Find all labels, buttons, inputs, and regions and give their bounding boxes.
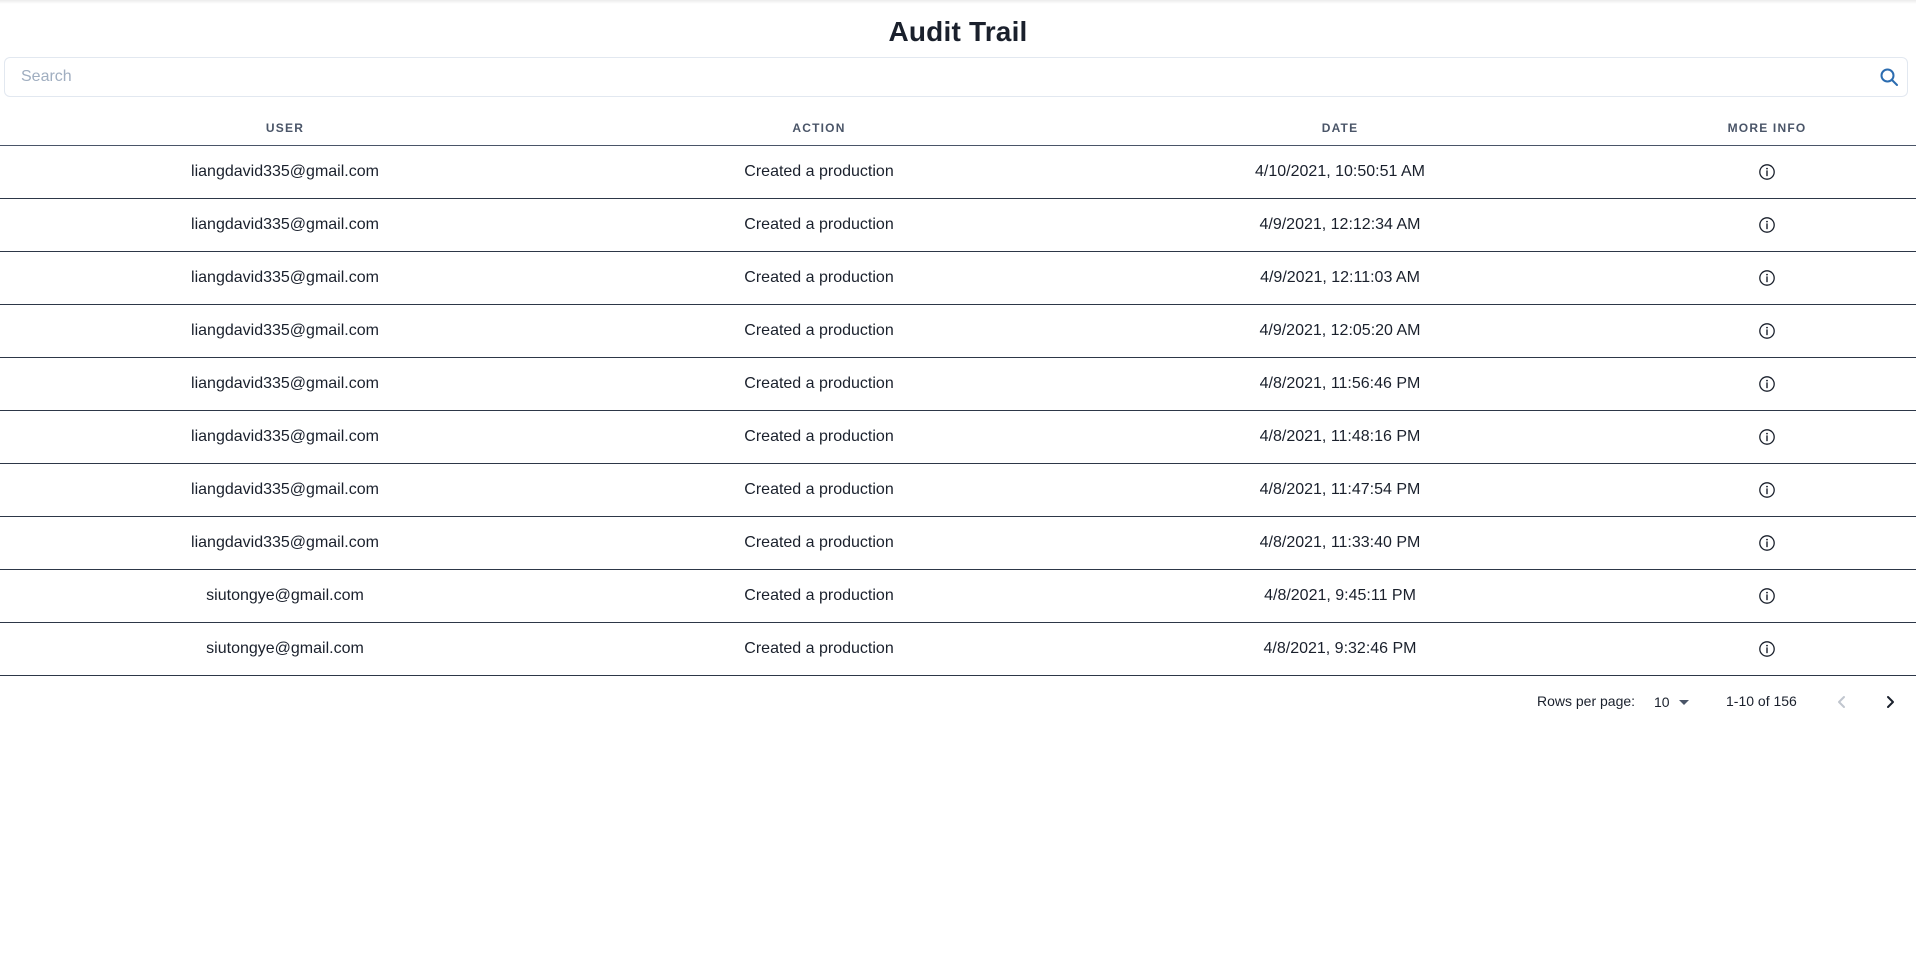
column-header-more-info[interactable]: MORE INFO	[1612, 110, 1916, 145]
row-action: Created a production	[744, 375, 894, 392]
top-shadow	[0, 0, 1916, 4]
chevron-right-icon	[1887, 696, 1894, 708]
info-circle-icon[interactable]	[1758, 216, 1776, 234]
row-date: 4/8/2021, 11:56:46 PM	[1259, 375, 1421, 392]
row-more-info	[1612, 570, 1916, 622]
row-action: Created a production	[744, 322, 894, 339]
row-more-info	[1612, 464, 1916, 516]
row-date: 4/8/2021, 9:45:11 PM	[1264, 587, 1416, 604]
row-user: liangdavid335@gmail.com	[191, 322, 379, 339]
row-user: liangdavid335@gmail.com	[191, 534, 379, 551]
info-circle-icon[interactable]	[1758, 587, 1776, 605]
info-circle-icon[interactable]	[1758, 269, 1776, 287]
info-circle-icon[interactable]	[1758, 640, 1776, 658]
audit-table: USER ACTION DATE MORE INFO liangdavid335…	[0, 110, 1916, 676]
row-more-info	[1612, 623, 1916, 675]
search-icon[interactable]	[1879, 67, 1899, 87]
row-more-info	[1612, 305, 1916, 357]
row-user: liangdavid335@gmail.com	[191, 163, 379, 180]
row-action: Created a production	[744, 534, 894, 551]
table-row: liangdavid335@gmail.com Created a product…	[0, 146, 1916, 199]
row-user: liangdavid335@gmail.com	[191, 216, 379, 233]
search-bar	[4, 57, 1908, 97]
row-date: 4/8/2021, 11:33:40 PM	[1259, 534, 1421, 551]
rows-per-page-select[interactable]: 10	[1654, 691, 1692, 713]
info-circle-icon[interactable]	[1758, 534, 1776, 552]
row-more-info	[1612, 358, 1916, 410]
row-action: Created a production	[744, 216, 894, 233]
info-circle-icon[interactable]	[1758, 375, 1776, 393]
row-action: Created a production	[744, 481, 894, 498]
row-more-info	[1612, 146, 1916, 198]
row-more-info	[1612, 252, 1916, 304]
table-row: liangdavid335@gmail.com Created a product…	[0, 199, 1916, 252]
info-circle-icon[interactable]	[1758, 481, 1776, 499]
table-body: liangdavid335@gmail.com Created a product…	[0, 146, 1916, 676]
table-row: siutongye@gmail.com Created a production 4…	[0, 570, 1916, 623]
rows-per-page-label: Rows per page:	[1537, 693, 1636, 709]
row-user: liangdavid335@gmail.com	[191, 428, 379, 445]
table-row: liangdavid335@gmail.com Created a product…	[0, 517, 1916, 570]
table-header-row: USER ACTION DATE MORE INFO	[0, 110, 1916, 146]
column-header-date[interactable]: DATE	[1068, 110, 1612, 145]
pagination: Rows per page: 10 1-10 of 156	[0, 676, 1916, 728]
row-action: Created a production	[744, 587, 894, 604]
table-row: liangdavid335@gmail.com Created a product…	[0, 305, 1916, 358]
table-row: liangdavid335@gmail.com Created a product…	[0, 464, 1916, 517]
row-action: Created a production	[744, 269, 894, 286]
row-user: siutongye@gmail.com	[206, 640, 364, 657]
chevron-left-icon	[1838, 696, 1845, 708]
row-user: liangdavid335@gmail.com	[191, 481, 379, 498]
row-more-info	[1612, 199, 1916, 251]
page-title: Audit Trail	[888, 16, 1028, 47]
rows-per-page-value: 10	[1654, 694, 1670, 710]
row-more-info	[1612, 411, 1916, 463]
table-row: liangdavid335@gmail.com Created a product…	[0, 252, 1916, 305]
row-date: 4/8/2021, 11:47:54 PM	[1259, 481, 1421, 498]
table-row: siutongye@gmail.com Created a production 4…	[0, 623, 1916, 676]
column-header-user[interactable]: USER	[0, 110, 570, 145]
row-user: liangdavid335@gmail.com	[191, 375, 379, 392]
caret-down-icon	[1678, 699, 1689, 705]
table-row: liangdavid335@gmail.com Created a product…	[0, 358, 1916, 411]
row-user: siutongye@gmail.com	[206, 587, 364, 604]
row-date: 4/10/2021, 10:50:51 AM	[1255, 163, 1425, 180]
row-date: 4/9/2021, 12:12:34 AM	[1259, 216, 1421, 233]
pagination-range: 1-10 of 156	[1726, 693, 1797, 709]
info-circle-icon[interactable]	[1758, 322, 1776, 340]
row-date: 4/8/2021, 11:48:16 PM	[1259, 428, 1421, 445]
row-action: Created a production	[744, 640, 894, 657]
row-user: liangdavid335@gmail.com	[191, 269, 379, 286]
row-more-info	[1612, 517, 1916, 569]
info-circle-icon[interactable]	[1758, 163, 1776, 181]
row-date: 4/9/2021, 12:11:03 AM	[1260, 269, 1420, 286]
info-circle-icon[interactable]	[1758, 428, 1776, 446]
column-header-action[interactable]: ACTION	[570, 110, 1068, 145]
next-page-button[interactable]	[1876, 688, 1904, 716]
table-row: liangdavid335@gmail.com Created a product…	[0, 411, 1916, 464]
previous-page-button[interactable]	[1828, 688, 1856, 716]
row-date: 4/8/2021, 9:32:46 PM	[1263, 640, 1417, 657]
row-action: Created a production	[744, 428, 894, 445]
search-input[interactable]	[5, 58, 1865, 96]
row-date: 4/9/2021, 12:05:20 AM	[1259, 322, 1421, 339]
row-action: Created a production	[744, 163, 894, 180]
